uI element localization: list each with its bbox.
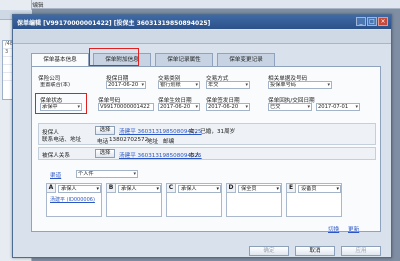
phone-label: 电话 [97, 139, 109, 145]
insured-section: 被保人关系 选择 汤建平 360313198508094025 本人 [38, 147, 376, 160]
update-link[interactable]: 更新 [348, 225, 359, 233]
minimize-button[interactable]: _ [356, 17, 366, 26]
card-letter: D [227, 184, 236, 193]
channel-type-select[interactable]: 个人件 [76, 170, 138, 178]
tab-change-records[interactable]: 保单变更记录 [217, 53, 275, 66]
issue-date-field[interactable]: 2017-06-20 [206, 103, 250, 111]
policy-status-select[interactable]: 承保中 [40, 103, 82, 111]
card-letter: A [47, 184, 56, 193]
agent-b-select[interactable]: 承保人 [118, 185, 161, 193]
apply-date-field[interactable]: 2017-06-20 [106, 81, 146, 89]
apply-button[interactable]: 应用 [341, 246, 381, 256]
agent-cards: A 承保人 汤建平 (ID000006) B 承保人 C 承保人 D 保全员 E… [46, 183, 376, 219]
insured-select-button[interactable]: 选择 [95, 149, 115, 158]
trade-type-select[interactable]: 银行划账 [158, 81, 200, 89]
applicant-section: 投保人 联系电话、地址 选择 汤建平 360313198508094025 女，… [38, 123, 376, 145]
address-label: 地址 [147, 139, 159, 145]
insured-title: 被保人关系 [42, 153, 70, 159]
tab-content-panel: 保险公司 重置联合(本) 投保日期 2017-06-20 交易类别 银行划账 交… [31, 66, 381, 233]
effective-date-field[interactable]: 2017-06-20 [158, 103, 200, 111]
channel-label[interactable]: 渠道 [50, 171, 61, 179]
ok-button[interactable]: 确定 [249, 246, 289, 256]
cancel-button[interactable]: 取消 [295, 246, 335, 256]
policy-edit-dialog: 保单编辑 [V99170000001422] [投保主 360313198508… [12, 14, 392, 258]
dialog-toolbar [13, 30, 391, 44]
address-value: 邮编 [163, 139, 175, 145]
switch-link[interactable]: 切换 [328, 225, 339, 233]
receipt-status-select[interactable]: 已交 [268, 103, 312, 111]
agent-a-value[interactable]: 汤建平 (ID000006) [50, 196, 95, 203]
tab-record-attributes[interactable]: 保单记录属性 [155, 53, 213, 66]
agent-card-d: D 保全员 [226, 183, 282, 217]
related-docs-select[interactable]: 投保单号码 [268, 81, 332, 89]
card-letter: E [287, 184, 296, 193]
card-letter: C [167, 184, 176, 193]
app-menu-bar: 文件 查询/编辑 [0, 0, 400, 9]
agent-card-b: B 承保人 [106, 183, 162, 217]
policy-number-field[interactable]: V99170000001422 [98, 103, 154, 111]
agent-card-a: A 承保人 汤建平 (ID000006) [46, 183, 102, 217]
tab-additional-info[interactable]: 保单附加信息 [93, 53, 151, 66]
agent-c-select[interactable]: 承保人 [178, 185, 221, 193]
card-letter: B [107, 184, 116, 193]
close-button[interactable]: × [378, 17, 388, 26]
dialog-title: 保单编辑 [V99170000001422] [投保主 360313198508… [17, 20, 211, 27]
receipt-date-field[interactable]: 2017-07-01 [316, 103, 360, 111]
agent-card-c: C 承保人 [166, 183, 222, 217]
agent-card-e: E 设备员 [286, 183, 342, 217]
dialog-titlebar[interactable]: 保单编辑 [V99170000001422] [投保主 360313198508… [13, 15, 391, 29]
applicant-select-button[interactable]: 选择 [95, 126, 115, 135]
agent-d-select[interactable]: 保全员 [238, 185, 281, 193]
applicant-info: 女，已婚，31周岁 [189, 129, 236, 135]
maximize-button[interactable]: □ [367, 17, 377, 26]
agent-e-select[interactable]: 设备员 [298, 185, 341, 193]
insured-relation: 本人 [189, 153, 201, 159]
tab-basic-info[interactable]: 保单基本信息 [31, 53, 89, 67]
applicant-contact-title: 联系电话、地址 [42, 137, 82, 143]
insurer-value: 重置联合(本) [40, 82, 70, 88]
agent-a-select[interactable]: 承保人 [58, 185, 101, 193]
phone-value: 13802702572 [109, 137, 149, 143]
trade-mode-select[interactable]: 年交 [206, 81, 250, 89]
